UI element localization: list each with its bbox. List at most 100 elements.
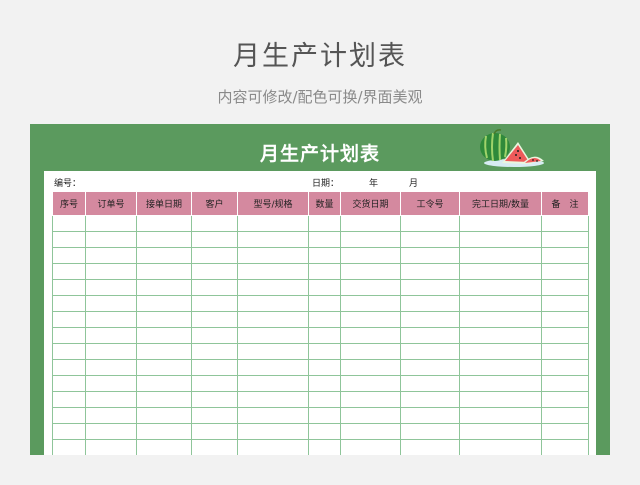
table-cell[interactable] [340, 391, 401, 408]
table-cell[interactable] [308, 263, 341, 280]
table-cell[interactable] [400, 327, 460, 344]
table-cell[interactable] [340, 407, 401, 424]
table-cell[interactable] [459, 343, 542, 360]
table-cell[interactable] [459, 231, 542, 248]
table-cell[interactable] [308, 279, 341, 296]
table-cell[interactable] [85, 375, 137, 392]
table-cell[interactable] [136, 279, 192, 296]
table-cell[interactable] [308, 215, 341, 232]
table-cell[interactable] [52, 247, 86, 264]
table-cell[interactable] [52, 295, 86, 312]
table-cell[interactable] [52, 311, 86, 328]
table-cell[interactable] [191, 279, 238, 296]
table-cell[interactable] [541, 263, 589, 280]
table-cell[interactable] [340, 279, 401, 296]
table-cell[interactable] [459, 423, 542, 440]
table-cell[interactable] [191, 391, 238, 408]
table-cell[interactable] [237, 343, 309, 360]
table-cell[interactable] [541, 343, 589, 360]
table-cell[interactable] [308, 391, 341, 408]
table-cell[interactable] [400, 423, 460, 440]
table-cell[interactable] [541, 231, 589, 248]
table-cell[interactable] [308, 247, 341, 264]
table-cell[interactable] [136, 423, 192, 440]
table-cell[interactable] [85, 311, 137, 328]
table-cell[interactable] [136, 231, 192, 248]
table-cell[interactable] [459, 439, 542, 455]
table-cell[interactable] [52, 215, 86, 232]
table-cell[interactable] [52, 359, 86, 376]
table-cell[interactable] [459, 375, 542, 392]
table-cell[interactable] [541, 359, 589, 376]
table-cell[interactable] [237, 439, 309, 455]
table-cell[interactable] [400, 247, 460, 264]
table-cell[interactable] [136, 295, 192, 312]
table-cell[interactable] [340, 263, 401, 280]
table-cell[interactable] [237, 407, 309, 424]
table-cell[interactable] [52, 439, 86, 455]
table-cell[interactable] [308, 359, 341, 376]
table-cell[interactable] [191, 407, 238, 424]
table-cell[interactable] [541, 375, 589, 392]
table-cell[interactable] [340, 247, 401, 264]
table-cell[interactable] [85, 327, 137, 344]
table-cell[interactable] [85, 295, 137, 312]
table-cell[interactable] [308, 295, 341, 312]
table-cell[interactable] [237, 423, 309, 440]
table-cell[interactable] [237, 359, 309, 376]
table-cell[interactable] [541, 407, 589, 424]
table-cell[interactable] [52, 375, 86, 392]
table-cell[interactable] [400, 343, 460, 360]
table-cell[interactable] [459, 359, 542, 376]
table-cell[interactable] [459, 215, 542, 232]
table-cell[interactable] [400, 439, 460, 455]
table-cell[interactable] [237, 231, 309, 248]
table-cell[interactable] [400, 279, 460, 296]
table-cell[interactable] [136, 359, 192, 376]
table-cell[interactable] [459, 327, 542, 344]
table-cell[interactable] [85, 343, 137, 360]
table-cell[interactable] [541, 391, 589, 408]
table-cell[interactable] [85, 279, 137, 296]
table-cell[interactable] [52, 407, 86, 424]
table-cell[interactable] [136, 263, 192, 280]
table-cell[interactable] [136, 311, 192, 328]
table-cell[interactable] [191, 343, 238, 360]
table-cell[interactable] [340, 423, 401, 440]
table-cell[interactable] [136, 327, 192, 344]
table-cell[interactable] [85, 439, 137, 455]
table-cell[interactable] [136, 343, 192, 360]
table-cell[interactable] [136, 407, 192, 424]
table-cell[interactable] [400, 263, 460, 280]
table-cell[interactable] [400, 407, 460, 424]
table-cell[interactable] [340, 375, 401, 392]
table-cell[interactable] [340, 231, 401, 248]
table-cell[interactable] [52, 327, 86, 344]
table-cell[interactable] [541, 215, 589, 232]
table-cell[interactable] [52, 263, 86, 280]
table-cell[interactable] [400, 215, 460, 232]
table-cell[interactable] [541, 295, 589, 312]
table-cell[interactable] [237, 391, 309, 408]
table-cell[interactable] [400, 359, 460, 376]
table-cell[interactable] [52, 279, 86, 296]
table-cell[interactable] [400, 231, 460, 248]
table-cell[interactable] [191, 215, 238, 232]
table-cell[interactable] [191, 359, 238, 376]
table-cell[interactable] [85, 247, 137, 264]
table-cell[interactable] [541, 327, 589, 344]
table-cell[interactable] [400, 311, 460, 328]
table-cell[interactable] [459, 295, 542, 312]
table-cell[interactable] [85, 407, 137, 424]
table-cell[interactable] [400, 375, 460, 392]
table-cell[interactable] [308, 439, 341, 455]
table-cell[interactable] [340, 439, 401, 455]
table-cell[interactable] [237, 327, 309, 344]
table-cell[interactable] [85, 263, 137, 280]
table-cell[interactable] [191, 295, 238, 312]
table-cell[interactable] [308, 423, 341, 440]
table-cell[interactable] [52, 343, 86, 360]
table-cell[interactable] [541, 247, 589, 264]
table-cell[interactable] [52, 391, 86, 408]
table-cell[interactable] [308, 311, 341, 328]
